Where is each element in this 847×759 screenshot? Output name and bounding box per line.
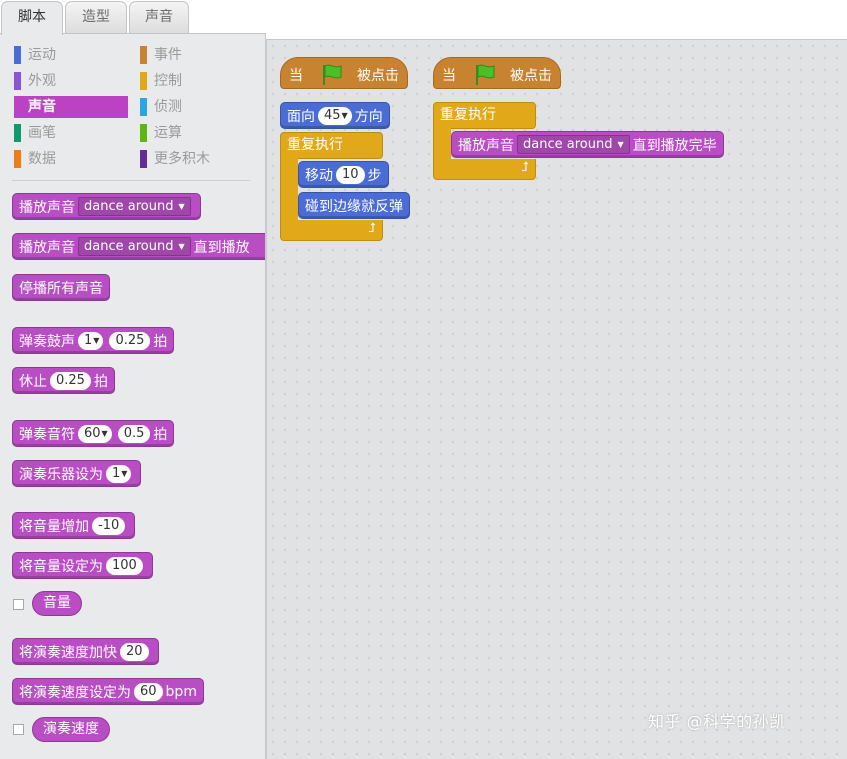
- category-swatch: [140, 98, 147, 116]
- category-label: 数据: [28, 151, 56, 167]
- sound-dropdown[interactable]: dance around ▼: [78, 237, 191, 256]
- hat-when-flag-clicked-1[interactable]: 当 被点击: [280, 57, 408, 89]
- hat-when-flag-clicked-2[interactable]: 当 被点击: [433, 57, 561, 89]
- block-rest[interactable]: 休止 0.25 拍: [12, 367, 115, 394]
- category-sensing[interactable]: 侦测: [140, 96, 254, 118]
- watermark: 知乎 @科学的孙凯: [648, 712, 786, 731]
- category-swatch: [140, 150, 147, 168]
- block-set-volume[interactable]: 将音量设定为 100: [12, 552, 153, 579]
- dropdown-arrow-icon: ▼: [178, 242, 185, 251]
- dropdown-arrow-icon: ▼: [121, 468, 128, 478]
- sound-dropdown[interactable]: dance around ▼: [78, 197, 191, 216]
- block-play-sound-until-done[interactable]: 播放声音 dance around ▼ 直到播放: [12, 233, 265, 260]
- forever-bottom: ⮥: [280, 220, 383, 241]
- note-beats-input[interactable]: 0.5: [117, 424, 151, 443]
- tab-sounds[interactable]: 声音: [129, 1, 189, 33]
- category-label: 侦测: [154, 99, 182, 115]
- sound-dropdown[interactable]: dance around ▼: [517, 135, 630, 154]
- category-label: 事件: [154, 47, 182, 63]
- forever-arm: [433, 127, 451, 159]
- loop-arrow-icon: ⮥: [368, 221, 376, 236]
- dropdown-arrow-icon: ▼: [178, 202, 185, 211]
- category-label: 运算: [154, 125, 182, 141]
- category-data[interactable]: 数据: [14, 148, 128, 170]
- block-play-sound-until-done-script[interactable]: 播放声音 dance around ▼ 直到播放完毕: [451, 131, 724, 158]
- block-change-tempo[interactable]: 将演奏速度加快 20: [12, 638, 159, 665]
- volume-value-input[interactable]: 100: [106, 556, 143, 575]
- category-swatch: [14, 124, 21, 142]
- green-flag-icon: [323, 64, 342, 85]
- category-swatch: [140, 46, 147, 64]
- loop-arrow-icon: ⮥: [521, 160, 529, 175]
- category-pen[interactable]: 画笔: [14, 122, 128, 144]
- block-play-note[interactable]: 弹奏音符 60▼ 0.5 拍: [12, 420, 175, 447]
- dropdown-arrow-icon: ▼: [617, 140, 624, 149]
- tempo-monitor-checkbox[interactable]: [13, 724, 24, 735]
- direction-input[interactable]: 45▼: [318, 106, 352, 125]
- reporter-tempo[interactable]: 演奏速度: [32, 717, 110, 742]
- category-label: 更多积木: [154, 151, 210, 167]
- category-label: 画笔: [28, 125, 56, 141]
- block-set-tempo[interactable]: 将演奏速度设定为 60 bpm: [12, 678, 204, 705]
- block-palette: 运动 外观 声音 画笔 数据 事件 控制 侦测 运算 更多积木 播放声音 dan…: [0, 33, 266, 759]
- category-swatch: [140, 124, 147, 142]
- reporter-volume[interactable]: 音量: [32, 591, 82, 616]
- block-play-sound[interactable]: 播放声音 dance around ▼: [12, 193, 201, 220]
- forever-arm: [280, 157, 298, 220]
- category-label: 外观: [28, 73, 56, 89]
- block-stop-all-sounds[interactable]: 停播所有声音: [12, 274, 110, 301]
- block-bounce-on-edge[interactable]: 碰到边缘就反弹: [298, 192, 410, 219]
- block-set-instrument[interactable]: 演奏乐器设为 1▼: [12, 460, 142, 487]
- block-point-in-direction[interactable]: 面向 45▼ 方向: [280, 102, 390, 129]
- category-control[interactable]: 控制: [140, 70, 254, 92]
- category-more-blocks[interactable]: 更多积木: [140, 148, 254, 170]
- dropdown-arrow-icon: ▼: [341, 110, 348, 120]
- dropdown-arrow-icon: ▼: [93, 335, 100, 345]
- instrument-input[interactable]: 1▼: [106, 464, 132, 483]
- tempo-delta-input[interactable]: 20: [120, 642, 149, 661]
- volume-monitor-checkbox[interactable]: [13, 599, 24, 610]
- forever-bottom: ⮥: [433, 159, 536, 180]
- volume-delta-input[interactable]: -10: [92, 516, 126, 535]
- drum-input[interactable]: 1▼: [78, 331, 104, 350]
- rest-beats-input[interactable]: 0.25: [50, 371, 91, 390]
- category-motion[interactable]: 运动: [14, 44, 128, 66]
- block-move-steps[interactable]: 移动 10 步: [298, 161, 389, 188]
- category-label: 声音: [28, 99, 56, 115]
- tab-bar: 脚本 造型 声音: [0, 0, 847, 35]
- tab-costumes[interactable]: 造型: [65, 1, 127, 33]
- tempo-value-input[interactable]: 60: [134, 682, 163, 701]
- category-events[interactable]: 事件: [140, 44, 254, 66]
- dropdown-arrow-icon: ▼: [101, 428, 108, 438]
- category-swatch: [14, 46, 21, 64]
- steps-input[interactable]: 10: [336, 165, 365, 184]
- category-looks[interactable]: 外观: [14, 70, 128, 92]
- category-swatch: [140, 72, 147, 90]
- block-forever-2[interactable]: 重复执行: [433, 102, 536, 129]
- category-operators[interactable]: 运算: [140, 122, 254, 144]
- category-label: 控制: [154, 73, 182, 89]
- category-label: 运动: [28, 47, 56, 63]
- tab-scripts[interactable]: 脚本: [1, 1, 63, 35]
- category-swatch: [14, 72, 21, 90]
- block-change-volume[interactable]: 将音量增加 -10: [12, 512, 136, 539]
- scripts-area[interactable]: 当 被点击 面向 45▼ 方向 重复执行 ⮥ 移动 10 步 碰到边缘就反弹 当…: [266, 39, 847, 759]
- green-flag-icon: [476, 64, 495, 85]
- category-swatch: [14, 150, 21, 168]
- palette-divider: [12, 180, 250, 181]
- block-forever-1[interactable]: 重复执行: [280, 132, 383, 159]
- drum-beats-input[interactable]: 0.25: [109, 331, 151, 350]
- note-input[interactable]: 60▼: [78, 424, 112, 443]
- block-play-drum[interactable]: 弹奏鼓声 1▼ 0.25 拍: [12, 327, 175, 354]
- category-sound[interactable]: 声音: [14, 96, 128, 118]
